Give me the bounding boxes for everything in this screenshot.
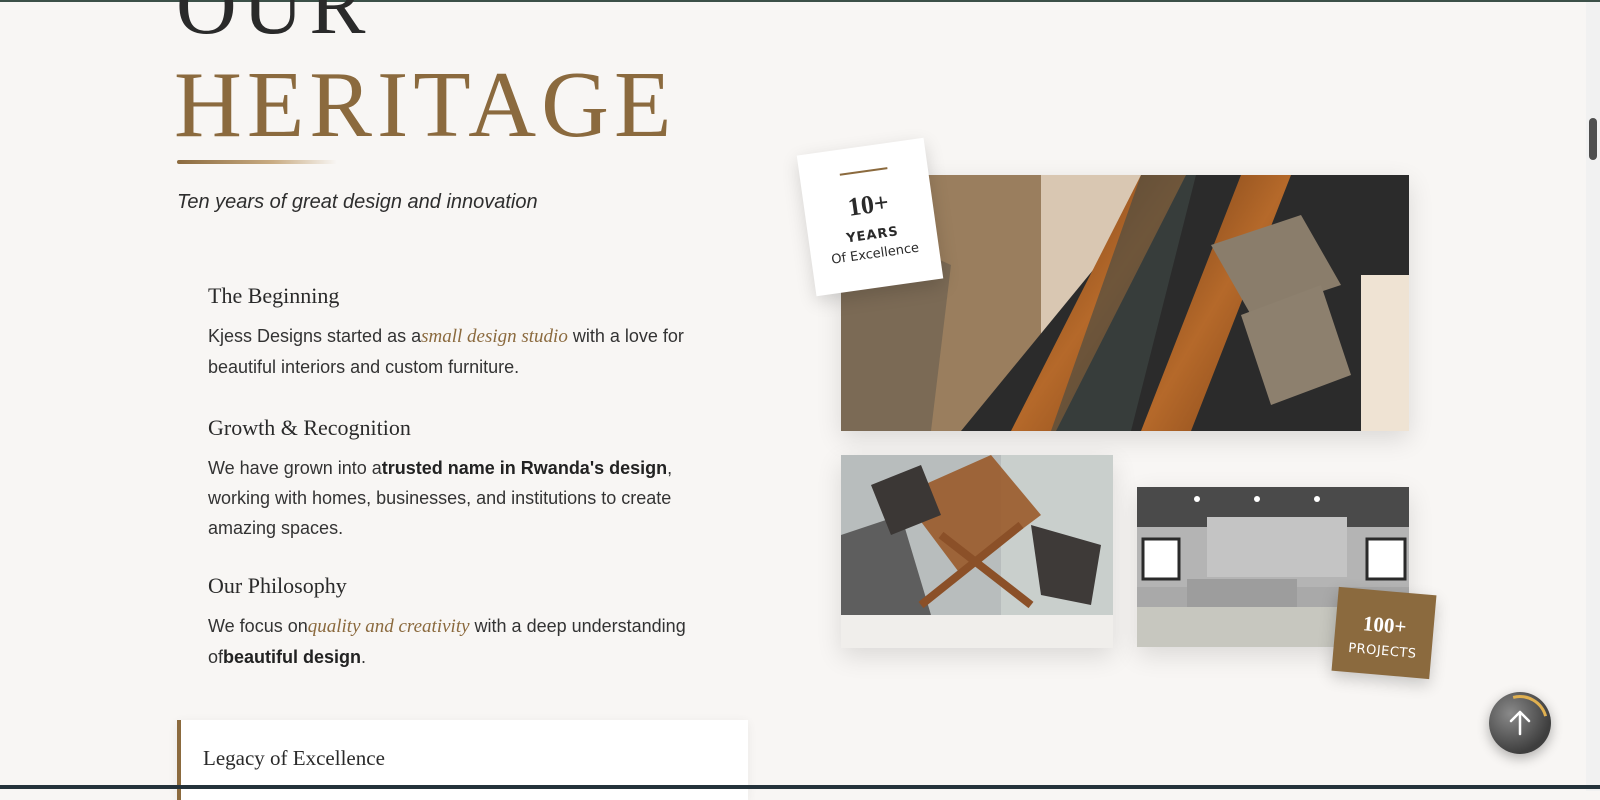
bottom-bar (0, 785, 1600, 789)
table-chairs-photo (841, 455, 1113, 648)
scrollbar-thumb[interactable] (1589, 118, 1597, 160)
heading-line-heritage: HERITAGE (174, 53, 677, 157)
highlight-text: small design studio (421, 326, 568, 347)
highlight-text: quality and creativity (307, 616, 470, 637)
story-title: Our Philosophy (208, 573, 347, 598)
story-text: We have grown into atrusted name in Rwan… (208, 458, 673, 538)
story-block-beginning: The Beginning Kjess Designs started as a… (208, 283, 728, 382)
years-badge: 10+ YEARS Of Excellence (796, 137, 944, 297)
story-text: Kjess Designs started as asmall design s… (208, 326, 684, 377)
section-subtitle: Ten years of great design and innovation (177, 191, 538, 213)
projects-label: PROJECTS (1347, 640, 1418, 662)
projects-number: 100+ (1361, 611, 1408, 639)
bold-text: beautiful design (223, 647, 362, 667)
arrow-up-icon (1509, 710, 1531, 736)
story-title: Growth & Recognition (208, 415, 411, 440)
scroll-to-top-button[interactable] (1489, 692, 1551, 754)
badge-accent-line (839, 167, 888, 176)
story-block-growth: Growth & Recognition We have grown into … (208, 415, 728, 543)
projects-badge: 100+ PROJECTS (1331, 586, 1437, 680)
legacy-title: Legacy of Excellence (203, 746, 385, 770)
heading-underline (177, 160, 337, 164)
story-block-philosophy: Our Philosophy We focus onquality and cr… (208, 573, 728, 672)
page-scrollbar[interactable] (1586, 2, 1600, 791)
bold-text: trusted name in Rwanda's design (381, 458, 668, 478)
story-title: The Beginning (208, 283, 340, 308)
story-text: We focus onquality and creativity with a… (208, 616, 686, 667)
heading-line-our: OUR (176, 0, 372, 52)
